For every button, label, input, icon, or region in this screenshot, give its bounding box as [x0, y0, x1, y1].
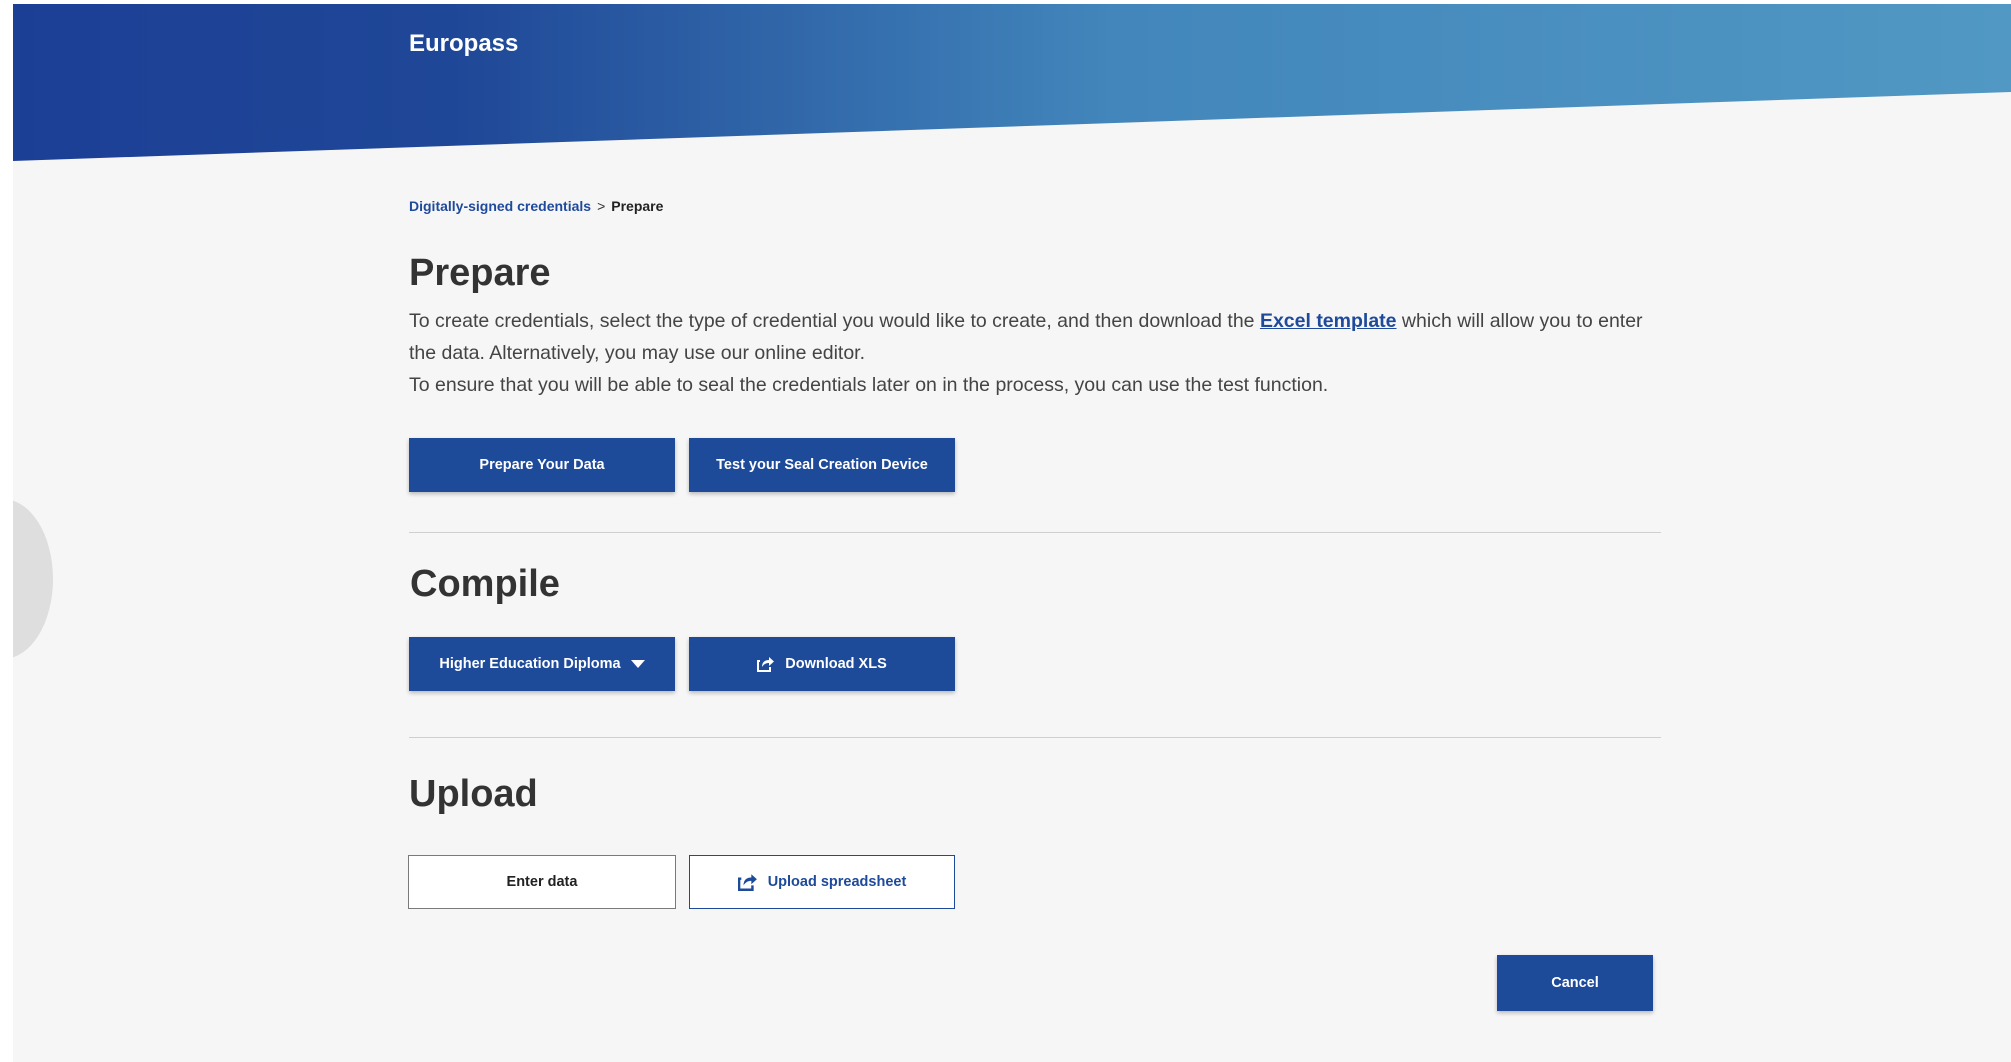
credential-type-value: Higher Education Diploma	[439, 656, 621, 672]
prepare-your-data-label: Prepare Your Data	[479, 457, 605, 473]
download-xls-button[interactable]: Download XLS	[689, 637, 955, 691]
cancel-label: Cancel	[1551, 975, 1599, 991]
prepare-paragraph-1: To create credentials, select the type o…	[409, 305, 1665, 369]
share-arrow-icon	[737, 873, 758, 891]
upload-spreadsheet-label: Upload spreadsheet	[767, 874, 907, 890]
upload-heading: Upload	[409, 773, 538, 815]
brand-logo[interactable]: Europass	[409, 30, 518, 58]
test-seal-device-button[interactable]: Test your Seal Creation Device	[689, 438, 955, 492]
page-background: Europass Digitally-signed credentials > Pr…	[13, 4, 2011, 1062]
header-banner	[13, 4, 2011, 161]
breadcrumb-link-credentials[interactable]: Digitally-signed credentials	[409, 198, 591, 214]
prepare-description: To create credentials, select the type o…	[409, 305, 1665, 401]
prepare-your-data-button[interactable]: Prepare Your Data	[409, 438, 675, 492]
section-divider-1	[409, 532, 1661, 533]
upload-spreadsheet-button[interactable]: Upload spreadsheet	[689, 855, 955, 909]
test-seal-device-label: Test your Seal Creation Device	[716, 457, 928, 473]
compile-heading: Compile	[410, 563, 560, 605]
credential-type-dropdown[interactable]: Higher Education Diploma	[409, 637, 675, 691]
prepare-paragraph-2: To ensure that you will be able to seal …	[409, 374, 1329, 396]
enter-data-button[interactable]: Enter data	[408, 855, 676, 909]
section-divider-2	[409, 737, 1661, 738]
breadcrumb-separator: >	[597, 198, 606, 214]
breadcrumb: Digitally-signed credentials > Prepare	[409, 198, 663, 214]
breadcrumb-current: Prepare	[611, 198, 664, 214]
enter-data-label: Enter data	[506, 874, 578, 890]
excel-template-link[interactable]: Excel template	[1260, 310, 1397, 332]
cancel-button[interactable]: Cancel	[1497, 955, 1653, 1011]
share-arrow-icon	[757, 656, 775, 672]
caret-down-icon	[630, 659, 645, 669]
side-carousel-handle	[13, 499, 53, 659]
prepare-text-1: To create credentials, select the type o…	[409, 310, 1260, 332]
download-xls-label: Download XLS	[785, 656, 887, 672]
prepare-heading: Prepare	[409, 252, 551, 294]
